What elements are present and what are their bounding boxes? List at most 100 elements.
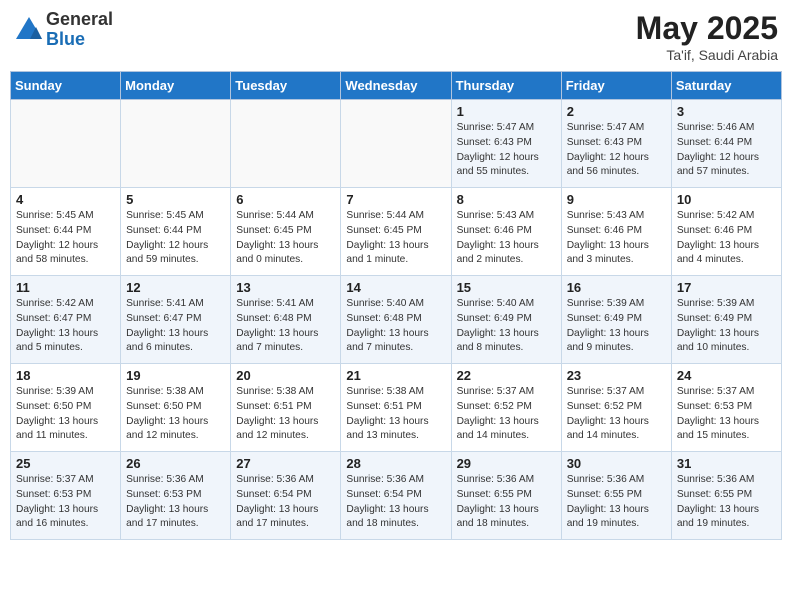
day-number: 28 [346,456,445,471]
day-number: 11 [16,280,115,295]
calendar-cell: 27 Sunrise: 5:36 AMSunset: 6:54 PMDayligh… [231,452,341,540]
cell-content: Sunrise: 5:38 AMSunset: 6:51 PMDaylight:… [346,385,445,444]
calendar-cell: 8Sunrise: 5:43 AMSunset: 6:46 PMDaylight… [451,188,561,276]
weekday-header-thursday: Thursday [451,72,561,100]
cell-content: Sunrise: 5:45 AMSunset: 6:44 PMDaylight:… [16,209,115,268]
calendar-cell: 30 Sunrise: 5:36 AMSunset: 6:55 PMDayligh… [561,452,671,540]
calendar-cell: 25 Sunrise: 5:37 AMSunset: 6:53 PMDayligh… [11,452,121,540]
day-number: 7 [346,192,445,207]
calendar-cell: 31 Sunrise: 5:36 AMSunset: 6:55 PMDayligh… [671,452,781,540]
day-number: 4 [16,192,115,207]
cell-content: Sunrise: 5:36 AMSunset: 6:55 PMDaylight:… [677,473,776,532]
day-number: 17 [677,280,776,295]
calendar-cell: 6 Sunrise: 5:44 AMSunset: 6:45 PMDaylight… [231,188,341,276]
weekday-header-monday: Monday [121,72,231,100]
cell-content: Sunrise: 5:36 AMSunset: 6:55 PMDaylight:… [567,473,666,532]
cell-content: Sunrise: 5:39 AMSunset: 6:49 PMDaylight:… [567,297,666,356]
cell-content: Sunrise: 5:39 AMSunset: 6:49 PMDaylight:… [677,297,776,356]
logo-text: General Blue [46,10,113,50]
day-number: 6 [236,192,335,207]
weekday-header-tuesday: Tuesday [231,72,341,100]
calendar-cell: 2 Sunrise: 5:47 AMSunset: 6:43 PMDaylight… [561,100,671,188]
cell-content: Sunrise: 5:43 AMSunset: 6:46 PMDaylight:… [567,209,666,268]
day-number: 18 [16,368,115,383]
week-row-3: 11Sunrise: 5:42 AMSunset: 6:47 PMDayligh… [11,276,782,364]
calendar-cell: 3Sunrise: 5:46 AMSunset: 6:44 PMDaylight… [671,100,781,188]
calendar-cell: 13Sunrise: 5:41 AMSunset: 6:48 PMDayligh… [231,276,341,364]
cell-content: Sunrise: 5:47 AMSunset: 6:43 PMDaylight:… [457,121,556,180]
calendar-cell [231,100,341,188]
weekday-header-row: SundayMondayTuesdayWednesdayThursdayFrid… [11,72,782,100]
day-number: 2 [567,104,666,119]
day-number: 3 [677,104,776,119]
day-number: 12 [126,280,225,295]
calendar-cell: 23Sunrise: 5:37 AMSunset: 6:52 PMDayligh… [561,364,671,452]
calendar-cell: 4 Sunrise: 5:45 AMSunset: 6:44 PMDaylight… [11,188,121,276]
cell-content: Sunrise: 5:43 AMSunset: 6:46 PMDaylight:… [457,209,556,268]
cell-content: Sunrise: 5:37 AMSunset: 6:52 PMDaylight:… [567,385,666,444]
calendar-cell: 10 Sunrise: 5:42 AMSunset: 6:46 PMDayligh… [671,188,781,276]
day-number: 10 [677,192,776,207]
cell-content: Sunrise: 5:39 AMSunset: 6:50 PMDaylight:… [16,385,115,444]
logo-blue: Blue [46,30,113,50]
cell-content: Sunrise: 5:36 AMSunset: 6:54 PMDaylight:… [236,473,335,532]
day-number: 9 [567,192,666,207]
calendar-cell: 26Sunrise: 5:36 AMSunset: 6:53 PMDayligh… [121,452,231,540]
logo-general: General [46,10,113,30]
calendar-cell: 1Sunrise: 5:47 AMSunset: 6:43 PMDaylight… [451,100,561,188]
calendar-cell: 5 Sunrise: 5:45 AMSunset: 6:44 PMDaylight… [121,188,231,276]
month-year-title: May 2025 [636,10,778,47]
calendar-cell [11,100,121,188]
cell-content: Sunrise: 5:37 AMSunset: 6:52 PMDaylight:… [457,385,556,444]
cell-content: Sunrise: 5:42 AMSunset: 6:46 PMDaylight:… [677,209,776,268]
cell-content: Sunrise: 5:38 AMSunset: 6:50 PMDaylight:… [126,385,225,444]
calendar-cell [341,100,451,188]
title-block: May 2025 Ta'if, Saudi Arabia [636,10,778,63]
weekday-header-saturday: Saturday [671,72,781,100]
cell-content: Sunrise: 5:40 AMSunset: 6:49 PMDaylight:… [457,297,556,356]
week-row-4: 18 Sunrise: 5:39 AMSunset: 6:50 PMDayligh… [11,364,782,452]
cell-content: Sunrise: 5:41 AMSunset: 6:47 PMDaylight:… [126,297,225,356]
cell-content: Sunrise: 5:44 AMSunset: 6:45 PMDaylight:… [346,209,445,268]
cell-content: Sunrise: 5:37 AMSunset: 6:53 PMDaylight:… [677,385,776,444]
calendar-cell: 15 Sunrise: 5:40 AMSunset: 6:49 PMDayligh… [451,276,561,364]
calendar-cell: 18 Sunrise: 5:39 AMSunset: 6:50 PMDayligh… [11,364,121,452]
day-number: 24 [677,368,776,383]
logo-icon [14,15,44,45]
day-number: 21 [346,368,445,383]
week-row-2: 4 Sunrise: 5:45 AMSunset: 6:44 PMDaylight… [11,188,782,276]
cell-content: Sunrise: 5:37 AMSunset: 6:53 PMDaylight:… [16,473,115,532]
day-number: 27 [236,456,335,471]
calendar-cell [121,100,231,188]
day-number: 16 [567,280,666,295]
calendar-cell: 20Sunrise: 5:38 AMSunset: 6:51 PMDayligh… [231,364,341,452]
calendar-cell: 16 Sunrise: 5:39 AMSunset: 6:49 PMDayligh… [561,276,671,364]
day-number: 26 [126,456,225,471]
page-header: General Blue May 2025 Ta'if, Saudi Arabi… [10,10,782,63]
calendar-cell: 29Sunrise: 5:36 AMSunset: 6:55 PMDayligh… [451,452,561,540]
weekday-header-wednesday: Wednesday [341,72,451,100]
day-number: 22 [457,368,556,383]
cell-content: Sunrise: 5:45 AMSunset: 6:44 PMDaylight:… [126,209,225,268]
day-number: 29 [457,456,556,471]
location-subtitle: Ta'if, Saudi Arabia [636,47,778,63]
cell-content: Sunrise: 5:44 AMSunset: 6:45 PMDaylight:… [236,209,335,268]
calendar-cell: 11Sunrise: 5:42 AMSunset: 6:47 PMDayligh… [11,276,121,364]
calendar-cell: 24 Sunrise: 5:37 AMSunset: 6:53 PMDayligh… [671,364,781,452]
calendar-cell: 28Sunrise: 5:36 AMSunset: 6:54 PMDayligh… [341,452,451,540]
day-number: 30 [567,456,666,471]
calendar-cell: 19 Sunrise: 5:38 AMSunset: 6:50 PMDayligh… [121,364,231,452]
cell-content: Sunrise: 5:47 AMSunset: 6:43 PMDaylight:… [567,121,666,180]
calendar-cell: 9 Sunrise: 5:43 AMSunset: 6:46 PMDaylight… [561,188,671,276]
calendar-cell: 17 Sunrise: 5:39 AMSunset: 6:49 PMDayligh… [671,276,781,364]
day-number: 25 [16,456,115,471]
day-number: 20 [236,368,335,383]
day-number: 31 [677,456,776,471]
day-number: 19 [126,368,225,383]
calendar-cell: 7 Sunrise: 5:44 AMSunset: 6:45 PMDaylight… [341,188,451,276]
day-number: 15 [457,280,556,295]
cell-content: Sunrise: 5:40 AMSunset: 6:48 PMDaylight:… [346,297,445,356]
calendar-cell: 21 Sunrise: 5:38 AMSunset: 6:51 PMDayligh… [341,364,451,452]
day-number: 13 [236,280,335,295]
day-number: 5 [126,192,225,207]
